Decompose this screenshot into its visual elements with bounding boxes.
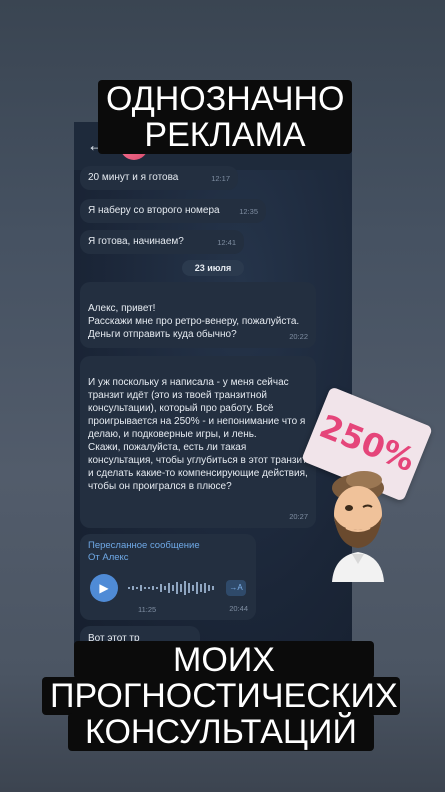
- forwarded-label: Пересланное сообщение: [88, 540, 200, 551]
- message-text: И уж поскольку я написала - у меня сейча…: [88, 377, 308, 492]
- overlay-caption-bottom: КОНСУЛЬТАЦИЙ: [68, 713, 374, 751]
- story-canvas: ← ⋮ 20 минут и я готова 12:17 Я наберу с…: [0, 0, 445, 792]
- caption-line: КОНСУЛЬТАЦИЙ: [85, 713, 357, 751]
- waveform[interactable]: [128, 580, 218, 596]
- message-bubble[interactable]: Я готова, начинаем? 12:41: [80, 230, 244, 254]
- message-bubble[interactable]: Я наберу со второго номера 12:35: [80, 199, 266, 223]
- message-bubble[interactable]: И уж поскольку я написала - у меня сейча…: [80, 356, 316, 528]
- message-bubble[interactable]: 20 минут и я готова 12:17: [80, 166, 238, 190]
- forwarded-voice-message[interactable]: Пересланное сообщение От Алекс ▶ →A 11:2…: [80, 534, 256, 620]
- message-time: 20:44: [229, 604, 248, 613]
- overlay-caption-bottom: МОИХ: [74, 641, 374, 679]
- message-text: Алекс, привет! Расскажи мне про ретро-ве…: [88, 303, 300, 340]
- message-time: 20:27: [289, 512, 308, 521]
- message-text: Я готова, начинаем?: [88, 236, 184, 247]
- message-text: 20 минут и я готова: [88, 172, 179, 183]
- date-divider: 23 июля: [182, 260, 244, 276]
- caption-line: РЕКЛАМА: [144, 116, 306, 154]
- memoji-sticker: [332, 471, 384, 582]
- message-time: 20:22: [289, 332, 308, 341]
- chat-screenshot: ← ⋮ 20 минут и я готова 12:17 Я наберу с…: [74, 122, 352, 662]
- caption-line: ПРОГНОСТИЧЕСКИХ: [50, 677, 398, 715]
- caption-line: МОИХ: [173, 641, 275, 679]
- forwarded-from[interactable]: От Алекс: [88, 552, 248, 564]
- play-icon[interactable]: ▶: [90, 574, 118, 602]
- message-time: 12:17: [211, 174, 230, 183]
- overlay-caption-bottom: ПРОГНОСТИЧЕСКИХ: [42, 677, 400, 715]
- voice-duration: 11:25: [138, 605, 157, 614]
- message-time: 12:35: [239, 207, 258, 216]
- message-bubble[interactable]: Алекс, привет! Расскажи мне про ретро-ве…: [80, 282, 316, 348]
- overlay-caption-top: ОДНОЗНАЧНО РЕКЛАМА: [98, 80, 352, 154]
- speech-to-text-icon[interactable]: →A: [226, 580, 246, 596]
- caption-line: ОДНОЗНАЧНО: [106, 80, 345, 118]
- message-text: Я наберу со второго номера: [88, 205, 220, 216]
- message-time: 12:41: [217, 238, 236, 247]
